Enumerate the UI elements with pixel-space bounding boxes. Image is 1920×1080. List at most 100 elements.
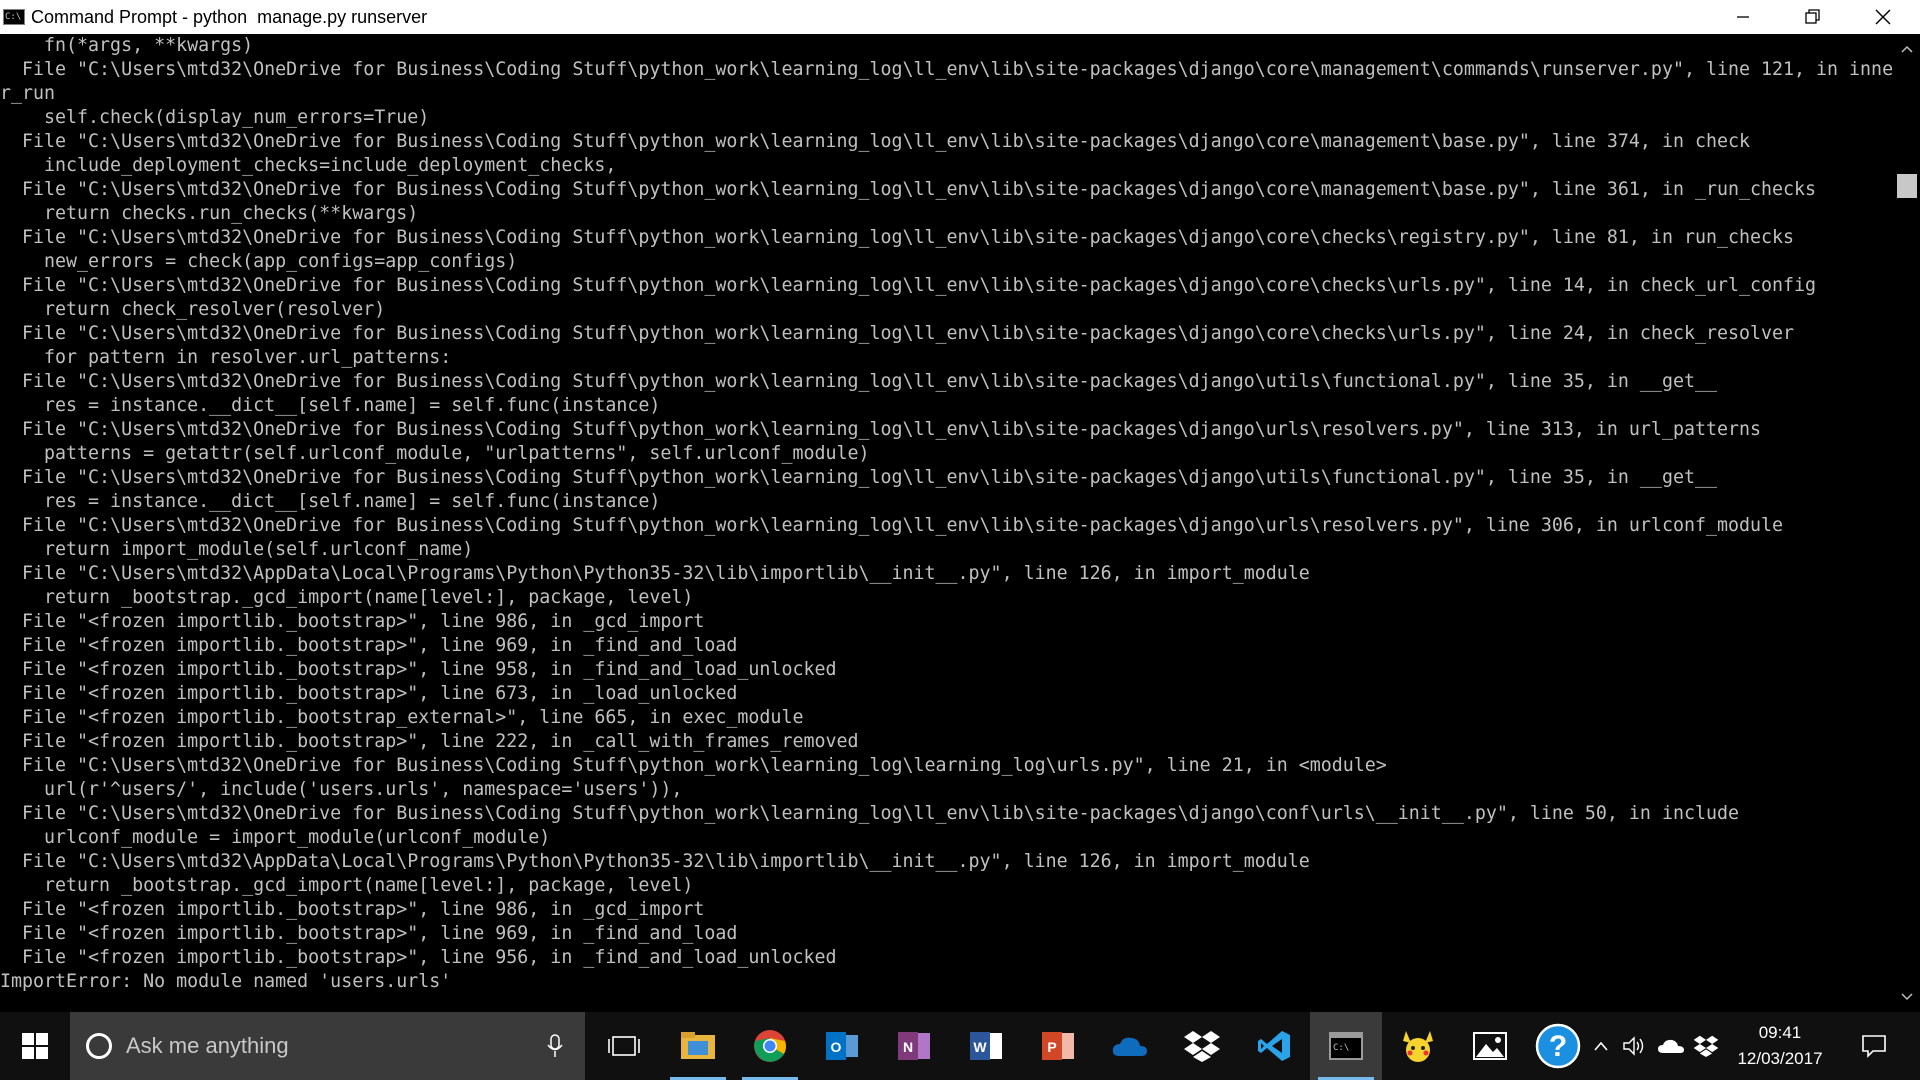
powerpoint-icon: P bbox=[1042, 1032, 1074, 1060]
taskbar-outlook[interactable]: O bbox=[806, 1012, 878, 1080]
start-button[interactable] bbox=[0, 1012, 70, 1080]
console-line: File "<frozen importlib._bootstrap>", li… bbox=[0, 731, 859, 752]
console-line: File "C:\Users\mtd32\AppData\Local\Progr… bbox=[0, 563, 1310, 584]
console-line: File "<frozen importlib._bootstrap>", li… bbox=[0, 635, 738, 656]
taskbar-pikachu-app[interactable] bbox=[1382, 1012, 1454, 1080]
console-line: patterns = getattr(self.urlconf_module, … bbox=[0, 443, 870, 464]
taskbar-onenote[interactable]: N bbox=[878, 1012, 950, 1080]
clock-date: 12/03/2017 bbox=[1737, 1049, 1823, 1068]
command-prompt-icon: C:\ bbox=[1329, 1032, 1363, 1060]
task-view-button[interactable] bbox=[588, 1012, 660, 1080]
console-line: File "<frozen importlib._bootstrap>", li… bbox=[0, 947, 837, 968]
console-line: File "C:\Users\mtd32\OneDrive for Busine… bbox=[0, 755, 1387, 776]
taskbar-vscode[interactable] bbox=[1238, 1012, 1310, 1080]
console-line: return _bootstrap._gcd_import(name[level… bbox=[0, 587, 694, 608]
help-icon: ? bbox=[1535, 1023, 1581, 1069]
taskbar-file-explorer[interactable] bbox=[662, 1012, 734, 1080]
clock[interactable]: 09:41 12/03/2017 bbox=[1724, 1012, 1836, 1080]
window-title: Command Prompt - python manage.py runser… bbox=[31, 6, 428, 27]
console-line: urlconf_module = import_module(urlconf_m… bbox=[0, 827, 551, 848]
command-prompt-window: C:\ Command Prompt - python manage.py ru… bbox=[0, 0, 1920, 1012]
console-text: fn(*args, **kwargs) File "C:\Users\mtd32… bbox=[0, 34, 1894, 994]
vertical-scrollbar[interactable] bbox=[1894, 34, 1920, 1012]
chevron-down-icon bbox=[1901, 993, 1913, 1001]
console-line: return check_resolver(resolver) bbox=[0, 299, 386, 320]
console-line: self.check(display_num_errors=True) bbox=[0, 107, 430, 128]
console-line: File "C:\Users\mtd32\OneDrive for Busine… bbox=[0, 275, 1817, 296]
close-icon bbox=[1875, 9, 1891, 25]
taskbar-photos[interactable] bbox=[1454, 1012, 1526, 1080]
onedrive-tray-icon bbox=[1658, 1039, 1684, 1053]
taskbar: Ask me anything O N W P C:\ ? 09:41 12/0… bbox=[0, 1012, 1920, 1080]
windows-logo-icon bbox=[22, 1033, 48, 1059]
console-line: File "C:\Users\mtd32\OneDrive for Busine… bbox=[0, 803, 1739, 824]
title-bar[interactable]: C:\ Command Prompt - python manage.py ru… bbox=[0, 0, 1920, 34]
console-line: File "<frozen importlib._bootstrap_exter… bbox=[0, 707, 804, 728]
taskbar-onedrive[interactable] bbox=[1094, 1012, 1166, 1080]
console-line: File "C:\Users\mtd32\OneDrive for Busine… bbox=[0, 179, 1817, 200]
onedrive-tray-button[interactable] bbox=[1654, 1012, 1688, 1080]
outlook-icon: O bbox=[826, 1032, 858, 1060]
svg-text:C:\: C:\ bbox=[1333, 1043, 1349, 1053]
console-line: ImportError: No module named 'users.urls… bbox=[0, 971, 452, 992]
console-line: r_run bbox=[0, 83, 56, 104]
search-box[interactable]: Ask me anything bbox=[70, 1012, 585, 1080]
restore-icon bbox=[1805, 9, 1820, 24]
svg-text:P: P bbox=[1047, 1039, 1056, 1055]
console-line: for pattern in resolver.url_patterns: bbox=[0, 347, 452, 368]
console-line: File "C:\Users\mtd32\OneDrive for Busine… bbox=[0, 59, 1894, 80]
chrome-icon bbox=[754, 1030, 786, 1062]
maximize-button[interactable] bbox=[1778, 0, 1848, 34]
dropbox-tray-icon bbox=[1693, 1035, 1719, 1057]
dropbox-tray-button[interactable] bbox=[1690, 1012, 1722, 1080]
taskbar-help[interactable]: ? bbox=[1522, 1012, 1594, 1080]
taskbar-powerpoint[interactable]: P bbox=[1022, 1012, 1094, 1080]
microphone-icon[interactable] bbox=[547, 1034, 563, 1058]
svg-text:O: O bbox=[831, 1039, 842, 1055]
task-view-icon bbox=[608, 1036, 640, 1056]
pikachu-app-icon bbox=[1403, 1031, 1433, 1062]
notification-icon bbox=[1862, 1035, 1886, 1058]
file-explorer-icon bbox=[681, 1032, 715, 1059]
console-line: File "C:\Users\mtd32\OneDrive for Busine… bbox=[0, 371, 1717, 392]
cmd-icon: C:\ bbox=[3, 9, 25, 25]
cortana-icon bbox=[86, 1033, 112, 1059]
svg-text:?: ? bbox=[1549, 1030, 1567, 1063]
svg-text:N: N bbox=[903, 1039, 913, 1055]
console-line: res = instance.__dict__[self.name] = sel… bbox=[0, 395, 661, 416]
scroll-down-button[interactable] bbox=[1894, 986, 1920, 1008]
console-line: File "<frozen importlib._bootstrap>", li… bbox=[0, 683, 738, 704]
console-line: File "<frozen importlib._bootstrap>", li… bbox=[0, 899, 705, 920]
close-button[interactable] bbox=[1848, 0, 1918, 34]
console-line: url(r'^users/', include('users.urls', na… bbox=[0, 779, 683, 800]
search-placeholder: Ask me anything bbox=[126, 1033, 289, 1058]
dropbox-icon bbox=[1184, 1031, 1220, 1062]
clock-time: 09:41 bbox=[1758, 1023, 1802, 1042]
console-line: File "C:\Users\mtd32\OneDrive for Busine… bbox=[0, 131, 1750, 152]
volume-button[interactable] bbox=[1618, 1012, 1650, 1080]
scroll-thumb[interactable] bbox=[1897, 174, 1917, 198]
console-line: File "C:\Users\mtd32\OneDrive for Busine… bbox=[0, 419, 1761, 440]
console-line: File "C:\Users\mtd32\OneDrive for Busine… bbox=[0, 467, 1717, 488]
console-line: File "C:\Users\mtd32\OneDrive for Busine… bbox=[0, 227, 1795, 248]
console-output[interactable]: fn(*args, **kwargs) File "C:\Users\mtd32… bbox=[0, 34, 1894, 1012]
console-line: return _bootstrap._gcd_import(name[level… bbox=[0, 875, 694, 896]
taskbar-chrome[interactable] bbox=[734, 1012, 806, 1080]
action-center-button[interactable] bbox=[1846, 1012, 1902, 1080]
minimize-button[interactable] bbox=[1708, 0, 1778, 34]
taskbar-word[interactable]: W bbox=[950, 1012, 1022, 1080]
show-hidden-icons-button[interactable] bbox=[1588, 1012, 1614, 1080]
console-line: new_errors = check(app_configs=app_confi… bbox=[0, 251, 518, 272]
scroll-up-button[interactable] bbox=[1894, 38, 1920, 60]
console-line: File "C:\Users\mtd32\OneDrive for Busine… bbox=[0, 323, 1795, 344]
console-line: File "C:\Users\mtd32\OneDrive for Busine… bbox=[0, 515, 1784, 536]
taskbar-dropbox[interactable] bbox=[1166, 1012, 1238, 1080]
onedrive-icon bbox=[1112, 1037, 1147, 1056]
svg-text:W: W bbox=[973, 1039, 987, 1055]
onenote-icon: N bbox=[898, 1032, 930, 1060]
taskbar-command-prompt[interactable]: C:\ bbox=[1310, 1012, 1382, 1080]
console-line: res = instance.__dict__[self.name] = sel… bbox=[0, 491, 661, 512]
console-line: File "C:\Users\mtd32\AppData\Local\Progr… bbox=[0, 851, 1310, 872]
console-line: File "<frozen importlib._bootstrap>", li… bbox=[0, 611, 705, 632]
photos-icon bbox=[1473, 1032, 1507, 1060]
